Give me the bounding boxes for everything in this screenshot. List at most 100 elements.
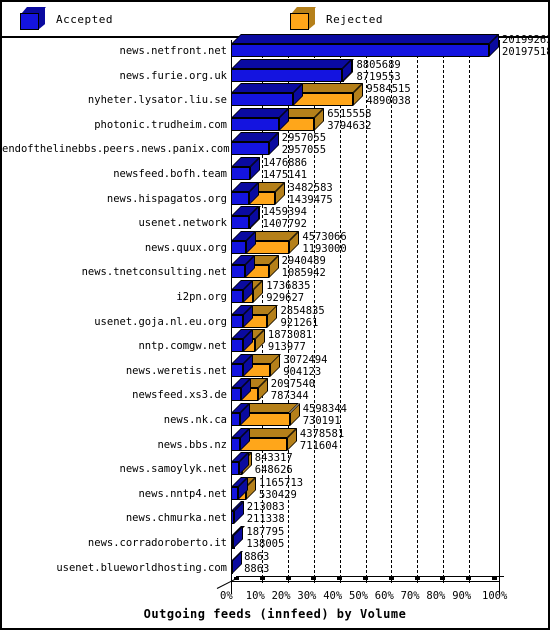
bar-segment-accepted-front-face [231, 536, 233, 549]
bar-value-total: 3482583 [288, 181, 333, 194]
x-axis-tick [311, 577, 317, 581]
bar-value-total: 2854835 [280, 304, 325, 317]
bar-category-label: news.netfront.net [119, 45, 227, 57]
legend-item-accepted: Accepted [20, 7, 113, 31]
bar-segment-accepted-top-face [231, 58, 353, 69]
chart-page: Accepted Rejected news.netfront.net 20199… [0, 0, 550, 630]
bar-value-accepted: 904123 [283, 365, 322, 378]
bar-value-accepted: 8863 [244, 562, 270, 575]
bar-value-accepted: 138005 [246, 538, 285, 550]
gridline [417, 40, 419, 584]
bar-value-accepted: 8719553 [356, 70, 401, 83]
x-axis-tick [363, 577, 368, 581]
bar-category-label: news.bbs.nz [157, 438, 227, 451]
bar-segment-accepted-front-face [231, 486, 238, 500]
bar-category-label: news.chmurka.net [125, 512, 227, 525]
x-axis-tick-label: 70% [400, 590, 420, 603]
chart-title: Outgoing feeds (innfeed) by Volume [143, 607, 407, 621]
bar-value-total: 8805689 [356, 58, 401, 71]
x-axis-tick-label: 20% [271, 590, 291, 603]
legend-label-accepted: Accepted [56, 12, 113, 26]
chart-legend: Accepted Rejected [2, 2, 548, 38]
bar-segment-accepted-front-face [231, 265, 245, 279]
bar-segment-accepted [231, 329, 253, 353]
gridline [391, 40, 393, 584]
x-axis-tick [440, 577, 446, 581]
bar-segment-accepted [231, 230, 257, 254]
x-axis-tick [234, 577, 239, 581]
bar-segment-accepted [231, 157, 260, 180]
bar-value-total: 1736835 [266, 280, 311, 292]
bar-segment-accepted-front-face [231, 216, 249, 230]
bar-value-accepted: 3794632 [327, 119, 372, 132]
bar-segment-accepted-front-face [231, 290, 243, 303]
x-axis-baseline [231, 581, 499, 583]
bar-segment-accepted [231, 476, 248, 500]
bar-value-accepted: 787344 [270, 390, 309, 403]
bar-segment-accepted-front-face [231, 142, 269, 156]
x-axis-tick [414, 577, 420, 581]
bar-category-label: newsfeed.bofh.team [113, 168, 227, 180]
bar-segment-accepted-front-face [231, 511, 234, 525]
bar-value-accepted: 648626 [254, 464, 293, 477]
bar-segment-accepted [231, 206, 259, 230]
bar-segment-accepted [231, 83, 304, 107]
bar-segment-accepted [231, 403, 251, 426]
plot-right-border [499, 40, 500, 594]
bar-value-accepted: 530429 [258, 488, 297, 501]
bar-value-total: 9584515 [366, 83, 411, 96]
bar-segment-accepted-front-face [231, 117, 280, 131]
bar-segment-accepted [231, 34, 499, 57]
x-axis-tick-label: 10% [245, 590, 265, 603]
bar-category-label: endofthelinebbs.peers.news.panix.com [2, 143, 230, 156]
bar-segment-accepted-front-face [231, 388, 242, 402]
x-axis-tick [466, 577, 472, 581]
cube-icon [20, 7, 46, 31]
bar-value-accepted: 211338 [246, 513, 285, 526]
bar-category-label: newsfeed.xs3.de [132, 389, 227, 402]
bar-value-total: 2957055 [281, 132, 327, 145]
bar-value-total: 1459394 [262, 206, 307, 219]
bar-value-total: 8863 [244, 550, 270, 563]
gridline [468, 40, 470, 584]
x-axis-tick-label: 60% [374, 590, 394, 603]
bar-segment-accepted-front-face [231, 413, 241, 426]
bar-segment-accepted [231, 280, 253, 303]
bar-category-label: usenet.network [138, 217, 227, 230]
bar-value-total: 213083 [246, 501, 285, 514]
bar-value-total: 843317 [254, 452, 293, 465]
bar-value-accepted: 711604 [299, 439, 338, 452]
bar-segment-accepted-side-face [232, 526, 243, 549]
bar-segment-accepted-front-face [231, 363, 243, 377]
bar-segment-accepted-front-face [231, 437, 241, 451]
bar-value-accepted: 1439475 [288, 193, 333, 206]
legend-label-rejected: Rejected [326, 12, 383, 26]
bar-category-label: news.tnetconsulting.net [81, 266, 227, 279]
bar-value-accepted: 913977 [267, 341, 306, 354]
bar-segment-accepted [231, 132, 279, 156]
bar-value-total: 4378581 [299, 427, 345, 440]
x-axis-tick [259, 577, 265, 581]
gridline [442, 40, 444, 584]
x-axis-tick [388, 577, 394, 581]
bar-value-total: 6515558 [327, 107, 372, 120]
chart-body: news.netfront.net 20199263 20197518 news.fu… [2, 34, 548, 628]
bar-value-total: 1873081 [267, 329, 313, 342]
bar-category-label: usenet.blueworldhosting.com [56, 561, 227, 574]
x-axis-tick-label: 50% [349, 590, 368, 603]
bar-category-label: news.hispagatos.org [106, 192, 227, 205]
bar-category-label: news.corradoroberto.it [87, 537, 227, 549]
bar-segment-accepted [231, 255, 255, 279]
bar-segment-accepted [231, 58, 353, 82]
bar-category-label: news.nk.ca [163, 414, 227, 426]
bar-segment-accepted [231, 501, 244, 525]
bar-category-label: i2pn.org [176, 291, 227, 303]
bar-value-total: 2940489 [281, 255, 326, 268]
bar-value-accepted: 1407792 [262, 218, 307, 231]
bar-value-accepted: 1085942 [281, 267, 326, 280]
bar-category-label: usenet.goja.nl.eu.org [94, 315, 227, 328]
bar-value-accepted: 730191 [302, 415, 341, 427]
bar-value-accepted: 929627 [266, 292, 305, 304]
bar-category-label: news.furie.org.uk [119, 69, 227, 82]
bar-segment-accepted [231, 378, 252, 402]
